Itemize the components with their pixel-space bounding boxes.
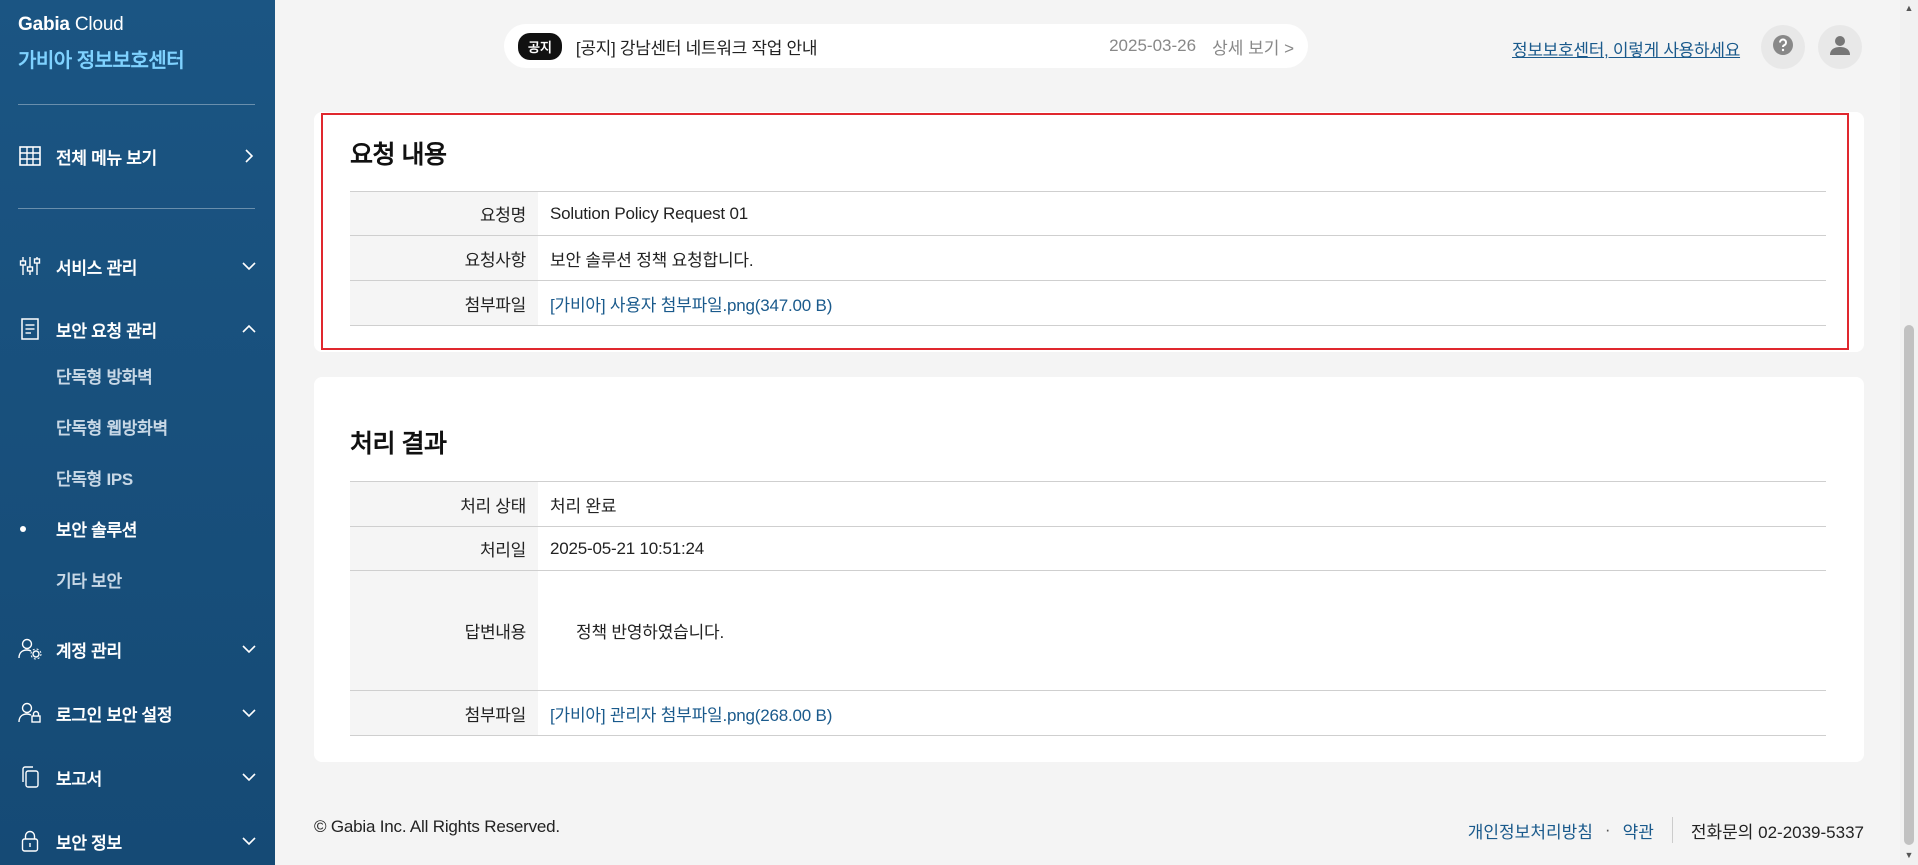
chevron-up-icon	[240, 320, 258, 338]
sidebar-item-security-request[interactable]: 보안 요청 관리	[18, 314, 258, 344]
status-value: 처리 완료	[550, 496, 617, 516]
sidebar-item-service[interactable]: 서비스 관리	[18, 251, 258, 281]
page-scrollbar[interactable]: ▲ ▼	[1900, 0, 1918, 865]
table-row: 답변내용 정책 반영하였습니다.	[350, 571, 1826, 691]
admin-attachment-link[interactable]: [가비아] 관리자 첨부파일.png(268.00 B)	[550, 701, 832, 726]
chevron-down-icon	[240, 832, 258, 850]
user-attachment-link[interactable]: [가비아] 사용자 첨부파일.png(347.00 B)	[550, 291, 832, 316]
copy-icon	[18, 765, 42, 789]
all-menu-button[interactable]: 전체 메뉴 보기	[18, 141, 258, 171]
result-card: 처리 결과 처리 상태 처리 완료 처리일 2025-05-21 10:51:2…	[314, 377, 1864, 762]
sidebar-item-login-security[interactable]: 로그인 보안 설정	[18, 698, 258, 728]
profile-button[interactable]	[1818, 25, 1862, 69]
chevron-right-icon	[240, 147, 258, 165]
sidebar-item-label: 서비스 관리	[56, 258, 138, 278]
request-card: 요청 내용 요청명 Solution Policy Request 01 요청사…	[314, 112, 1864, 352]
lock-icon	[18, 829, 42, 853]
chevron-down-icon	[240, 768, 258, 786]
sidebar-divider	[18, 208, 255, 209]
user-icon	[1828, 33, 1852, 62]
sidebar-item-label: 보안 정보	[56, 833, 122, 853]
active-bullet	[20, 526, 26, 532]
copyright: © Gabia Inc. All Rights Reserved.	[314, 817, 560, 836]
scroll-down-icon[interactable]: ▼	[1904, 850, 1914, 860]
chevron-down-icon	[240, 704, 258, 722]
sidebar-subitem-ips[interactable]: 단독형 IPS	[56, 465, 133, 490]
request-title: 요청 내용	[350, 141, 447, 169]
sidebar-item-label: 로그인 보안 설정	[56, 705, 173, 725]
result-table: 처리 상태 처리 완료 처리일 2025-05-21 10:51:24 답변내용…	[350, 481, 1826, 736]
sidebar-item-label: 계정 관리	[56, 641, 122, 661]
table-row: 첨부파일 [가비아] 사용자 첨부파일.png(347.00 B)	[350, 281, 1826, 326]
document-icon	[18, 317, 42, 341]
row-value: Solution Policy Request 01	[550, 203, 748, 223]
row-value: 보안 솔루션 정책 요청합니다.	[550, 250, 754, 270]
row-label: 요청명	[350, 192, 538, 235]
sidebar-subitem-other[interactable]: 기타 보안	[56, 567, 122, 592]
answer-content: 정책 반영하였습니다.	[576, 623, 725, 642]
result-title: 처리 결과	[350, 430, 447, 458]
all-menu-label: 전체 메뉴 보기	[56, 148, 157, 168]
sidebar: Gabia Cloud 가비아 정보보호센터 전체 메뉴 보기 서비스 관리 보…	[0, 0, 275, 865]
sidebar-item-label: 보고서	[56, 769, 103, 789]
sidebar-item-label: 보안 요청 관리	[56, 321, 157, 341]
sidebar-item-security-info[interactable]: 보안 정보	[18, 826, 258, 856]
footer-separator: ·	[1604, 820, 1611, 839]
chevron-down-icon	[240, 640, 258, 658]
scroll-up-icon[interactable]: ▲	[1904, 3, 1914, 13]
terms-link[interactable]: 약관	[1623, 818, 1654, 843]
table-row: 요청사항 보안 솔루션 정책 요청합니다.	[350, 236, 1826, 281]
sidebar-divider	[18, 104, 255, 105]
sliders-icon	[18, 254, 42, 278]
brand-logo[interactable]: Gabia Cloud 가비아 정보보호센터	[18, 14, 185, 73]
request-table: 요청명 Solution Policy Request 01 요청사항 보안 솔…	[350, 191, 1826, 326]
brand-product: Cloud	[74, 14, 124, 35]
user-lock-icon	[18, 701, 42, 725]
brand-subtitle: 가비아 정보보호센터	[18, 50, 185, 72]
notice-badge: 공지	[518, 32, 562, 60]
scrollbar-thumb[interactable]	[1904, 325, 1914, 845]
help-button[interactable]	[1761, 25, 1805, 69]
row-label: 처리일	[350, 527, 538, 570]
privacy-policy-link[interactable]: 개인정보처리방침	[1468, 818, 1593, 843]
row-label: 요청사항	[350, 236, 538, 280]
table-row: 처리 상태 처리 완료	[350, 482, 1826, 527]
footer-divider	[1671, 817, 1673, 843]
brand-company: Gabia	[18, 14, 70, 35]
notice-more-link[interactable]: 상세 보기 >	[1212, 34, 1294, 59]
question-icon	[1772, 34, 1794, 61]
sidebar-item-report[interactable]: 보고서	[18, 762, 258, 792]
notice-text[interactable]: [공지] 강남센터 네트워크 작업 안내	[576, 34, 1109, 59]
notice-date: 2025-03-26	[1109, 36, 1197, 55]
phone-contact: 전화문의 02-2039-5337	[1690, 822, 1864, 842]
row-label: 답변내용	[350, 571, 538, 690]
sidebar-subitem-firewall[interactable]: 단독형 방화벽	[56, 363, 153, 388]
row-label: 처리 상태	[350, 482, 538, 526]
sidebar-item-account[interactable]: 계정 관리	[18, 634, 258, 664]
user-gear-icon	[18, 637, 42, 661]
notice-bar[interactable]: 공지 [공지] 강남센터 네트워크 작업 안내 2025-03-26 상세 보기…	[504, 24, 1308, 68]
row-label: 첨부파일	[350, 281, 538, 325]
processed-date: 2025-05-21 10:51:24	[550, 538, 705, 558]
table-row: 처리일 2025-05-21 10:51:24	[350, 527, 1826, 571]
sidebar-subitem-security-solution[interactable]: 보안 솔루션	[56, 516, 137, 541]
chevron-down-icon	[240, 257, 258, 275]
help-guide-link[interactable]: 정보보호센터, 이렇게 사용하세요	[1512, 36, 1740, 61]
sidebar-subitem-waf[interactable]: 단독형 웹방화벽	[56, 414, 168, 439]
row-label: 첨부파일	[350, 691, 538, 735]
table-row: 요청명 Solution Policy Request 01	[350, 192, 1826, 236]
grid-icon	[18, 144, 42, 168]
footer-links: 개인정보처리방침 · 약관 전화문의 02-2039-5337	[1468, 817, 1864, 843]
table-row: 첨부파일 [가비아] 관리자 첨부파일.png(268.00 B)	[350, 691, 1826, 736]
